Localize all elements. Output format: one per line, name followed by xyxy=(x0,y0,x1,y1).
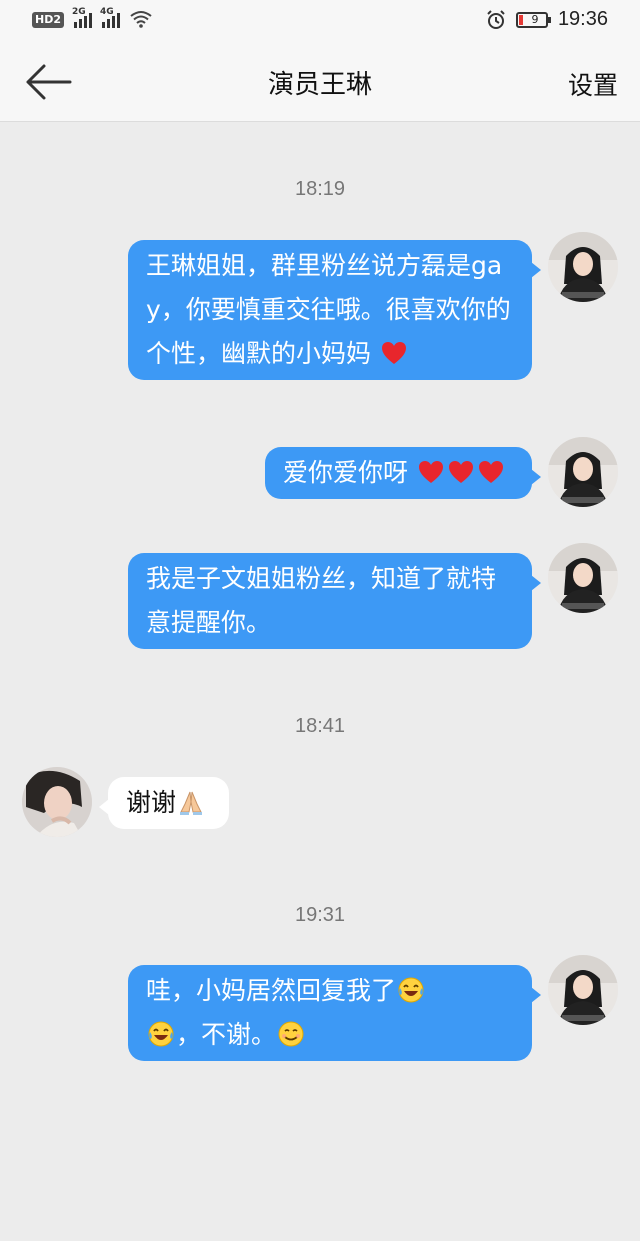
message-text: 我是子文姐姐粉丝，知道了就特意提醒你。 xyxy=(146,564,497,637)
network-type-label: 2G xyxy=(72,7,86,17)
outgoing-message[interactable]: 哇，小妈居然回复我了 ，不谢。 xyxy=(128,965,541,1061)
message-text: ，不谢。 xyxy=(176,1020,277,1049)
signal-icon-sim2: 4G xyxy=(100,7,120,28)
status-bar: HD2 2G 4G 9 19:36 xyxy=(0,0,640,44)
chat-header: 演员王琳 设置 xyxy=(0,44,640,122)
smiling-face-emoji xyxy=(278,1021,304,1047)
my-avatar[interactable] xyxy=(548,232,618,302)
message-text: 爱你爱你呀 xyxy=(283,458,409,487)
my-avatar[interactable] xyxy=(548,955,618,1025)
arrow-left-icon xyxy=(26,64,72,100)
message-text: 王琳姐姐，群里粉丝说方磊是gay，你要慎重交往哦。很喜欢你的个性，幽默的小妈妈 xyxy=(146,251,511,368)
avatar-image xyxy=(548,543,618,613)
outgoing-message[interactable]: 我是子文姐姐粉丝，知道了就特意提醒你。 xyxy=(128,553,541,649)
avatar-image xyxy=(22,767,92,837)
red-heart-emoji xyxy=(478,461,503,483)
back-button[interactable] xyxy=(22,62,74,102)
network-type-label: 4G xyxy=(100,7,114,17)
incoming-message[interactable]: 谢谢 xyxy=(99,777,229,829)
hd-voice-badge: HD2 xyxy=(32,12,64,28)
message-text: 哇，小妈居然回复我了 xyxy=(146,976,397,1005)
battery-indicator: 9 xyxy=(515,11,551,28)
timestamp: 19:31 xyxy=(294,904,346,926)
my-avatar[interactable] xyxy=(548,543,618,613)
outgoing-message[interactable]: 爱你爱你呀 xyxy=(265,447,541,499)
avatar-image xyxy=(548,437,618,507)
folded-hands-emoji xyxy=(180,791,203,815)
tears-of-joy-emoji xyxy=(398,977,424,1003)
wifi-icon xyxy=(130,11,152,28)
avatar-image xyxy=(548,955,618,1025)
outgoing-message[interactable]: 王琳姐姐，群里粉丝说方磊是gay，你要慎重交往哦。很喜欢你的个性，幽默的小妈妈 xyxy=(128,240,541,380)
message-text: 谢谢 xyxy=(126,788,177,817)
red-heart-emoji xyxy=(381,342,406,364)
alarm-icon xyxy=(487,9,505,29)
signal-icon-sim1: 2G xyxy=(72,7,92,28)
timestamp: 18:41 xyxy=(294,715,346,737)
red-heart-emoji xyxy=(418,461,443,483)
settings-button[interactable]: 设置 xyxy=(568,66,618,102)
my-avatar[interactable] xyxy=(548,437,618,507)
chat-title: 演员王琳 xyxy=(267,70,372,100)
timestamp: 18:19 xyxy=(294,178,346,200)
red-heart-emoji xyxy=(448,461,473,483)
contact-avatar[interactable] xyxy=(22,767,92,837)
avatar-image xyxy=(548,232,618,302)
tears-of-joy-emoji xyxy=(148,1021,174,1047)
status-clock: 19:36 xyxy=(557,8,608,30)
